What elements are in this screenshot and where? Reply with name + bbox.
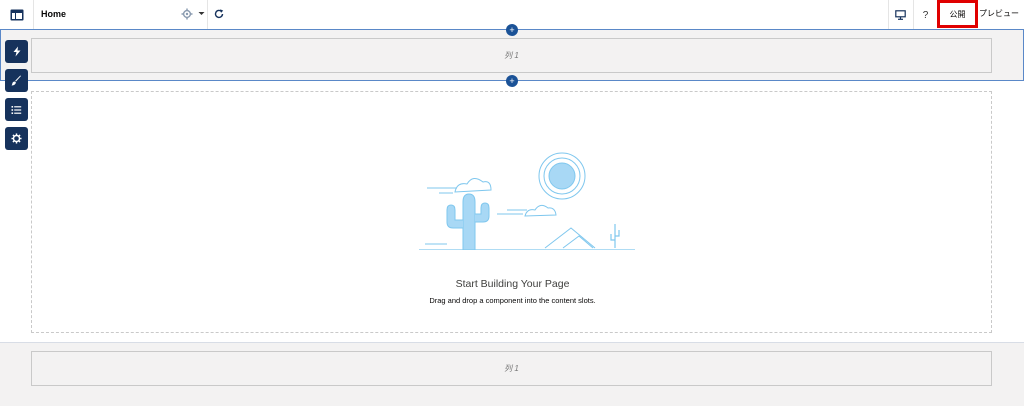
settings-tool-button[interactable] (5, 127, 28, 150)
page-name: Home (41, 9, 67, 19)
refresh-icon[interactable] (213, 8, 225, 20)
publish-button[interactable]: 公開 (937, 0, 978, 28)
lightning-icon (13, 46, 20, 57)
desert-illustration (419, 152, 635, 250)
empty-state-subtitle: Drag and drop a component into the conte… (429, 296, 596, 305)
theme-tool-button[interactable] (5, 69, 28, 92)
components-tool-button[interactable] (5, 40, 28, 63)
page-selector[interactable]: Home (34, 0, 208, 30)
help-button[interactable]: ? (913, 0, 937, 30)
list-icon (11, 105, 22, 114)
desktop-icon (895, 10, 906, 20)
outline-tool-button[interactable] (5, 98, 28, 121)
gear-icon[interactable] (181, 8, 193, 20)
desktop-view-button[interactable] (888, 0, 912, 30)
app-layout-icon[interactable] (0, 0, 34, 30)
empty-state-title: Start Building Your Page (455, 278, 570, 290)
footer-column-slot[interactable]: 列 1 (31, 351, 992, 386)
header-column-slot[interactable]: 列 1 (31, 38, 992, 73)
gear-icon (11, 133, 22, 144)
main-content-region[interactable]: Start Building Your Page Drag and drop a… (31, 91, 992, 333)
brush-icon (11, 75, 21, 86)
add-section-top-button[interactable]: + (506, 24, 518, 36)
preview-button[interactable]: プレビュー (979, 8, 1019, 19)
add-section-bottom-button[interactable]: + (506, 75, 518, 87)
chevron-down-icon[interactable] (197, 9, 206, 18)
